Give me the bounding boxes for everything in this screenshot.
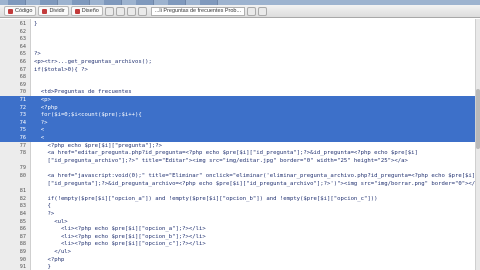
browser-preview-icon[interactable]: [258, 6, 268, 16]
code-editor[interactable]: 61} 62 63 64 65 ?> 66 <p><tr>...get_preguntas_a…: [0, 19, 480, 270]
design-icon: [74, 8, 80, 14]
code-line[interactable]: 91 }: [0, 263, 480, 270]
inspect-icon[interactable]: [115, 6, 125, 16]
code-icon: [8, 8, 13, 14]
live-view-icon[interactable]: [104, 6, 114, 16]
document-title-field[interactable]: ...li Preguntas de frecuentes Prob...: [150, 6, 246, 16]
line-number: 91: [19, 264, 26, 270]
code-text[interactable]: }: [34, 263, 50, 270]
vertical-scrollbar[interactable]: [475, 19, 480, 270]
document-toolbar: Código Dividir Diseño ...li Preguntas de…: [0, 5, 480, 18]
scrollbar-thumb[interactable]: [476, 89, 480, 149]
code-view-button[interactable]: Código: [4, 6, 37, 16]
preview-icon[interactable]: [137, 6, 147, 16]
split-icon: [42, 8, 48, 14]
design-view-button[interactable]: Diseño: [70, 6, 103, 16]
split-view-button[interactable]: Dividir: [38, 6, 69, 16]
refresh-icon[interactable]: [126, 6, 136, 16]
file-management-icon[interactable]: [247, 6, 257, 16]
